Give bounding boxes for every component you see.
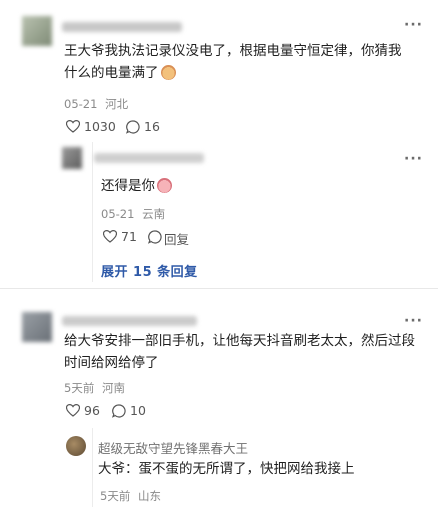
comment-time: 5天前 (64, 381, 95, 395)
comment-location: 河南 (101, 381, 125, 395)
avatar[interactable] (62, 147, 82, 169)
username[interactable] (94, 153, 204, 163)
comment-text: 王大爷我执法记录仪没电了，根据电量守恒定律，你猜我什么的电量满了 (64, 43, 402, 81)
like-count: 1030 (84, 119, 116, 134)
comment-meta: 5天前 河南 (64, 380, 125, 396)
heart-icon (103, 230, 117, 243)
reply-text: 大爷：蛋不蛋的无所谓了，快把网给我接上 (98, 461, 355, 477)
comment-bubble-icon (148, 230, 162, 244)
reply-count: 16 (144, 119, 160, 134)
reply-meta: 05-21 云南 (101, 206, 165, 222)
reply-thread (92, 142, 94, 282)
expand-replies-link[interactable]: 展开 15 条回复 (101, 261, 198, 280)
heart-icon (66, 404, 80, 417)
avatar[interactable] (22, 312, 52, 342)
more-icon[interactable]: ··· (404, 17, 423, 33)
pig-emoji-icon (157, 178, 172, 193)
comment-meta: 05-21 河北 (64, 96, 128, 112)
reply-location: 云南 (142, 207, 166, 221)
reply-date: 05-21 (101, 207, 135, 221)
comment-date: 05-21 (64, 97, 98, 111)
reply-time: 5天前 (100, 489, 131, 503)
reply-location: 山东 (137, 489, 161, 503)
reply-count: 10 (130, 403, 146, 418)
more-icon[interactable]: ··· (404, 151, 423, 167)
more-icon[interactable]: ··· (404, 313, 423, 329)
like-count: 96 (84, 403, 100, 418)
comment-location: 河北 (105, 97, 129, 111)
reply-thread (92, 428, 94, 507)
reply-button[interactable]: 回复 (148, 228, 198, 247)
face-emoji-icon (160, 65, 176, 80)
divider (0, 288, 438, 289)
reply-meta: 5天前 山东 (100, 488, 161, 504)
avatar[interactable] (22, 16, 52, 46)
comment-text: 给大爷安排一部旧手机，让他每天抖音刷老太太，然后过段时间给网给停了 (64, 333, 415, 371)
avatar[interactable] (66, 436, 86, 456)
username[interactable] (62, 22, 182, 32)
comment-bubble-icon (112, 404, 126, 418)
reply-author[interactable]: 超级无敌守望先锋黑春大王 (98, 438, 248, 457)
like-count: 71 (121, 229, 137, 244)
comment-bubble-icon (126, 120, 140, 134)
reply-label: 回复 (164, 232, 190, 247)
reply-text: 还得是你 (101, 175, 172, 197)
heart-icon (66, 120, 80, 133)
username[interactable] (62, 316, 197, 326)
